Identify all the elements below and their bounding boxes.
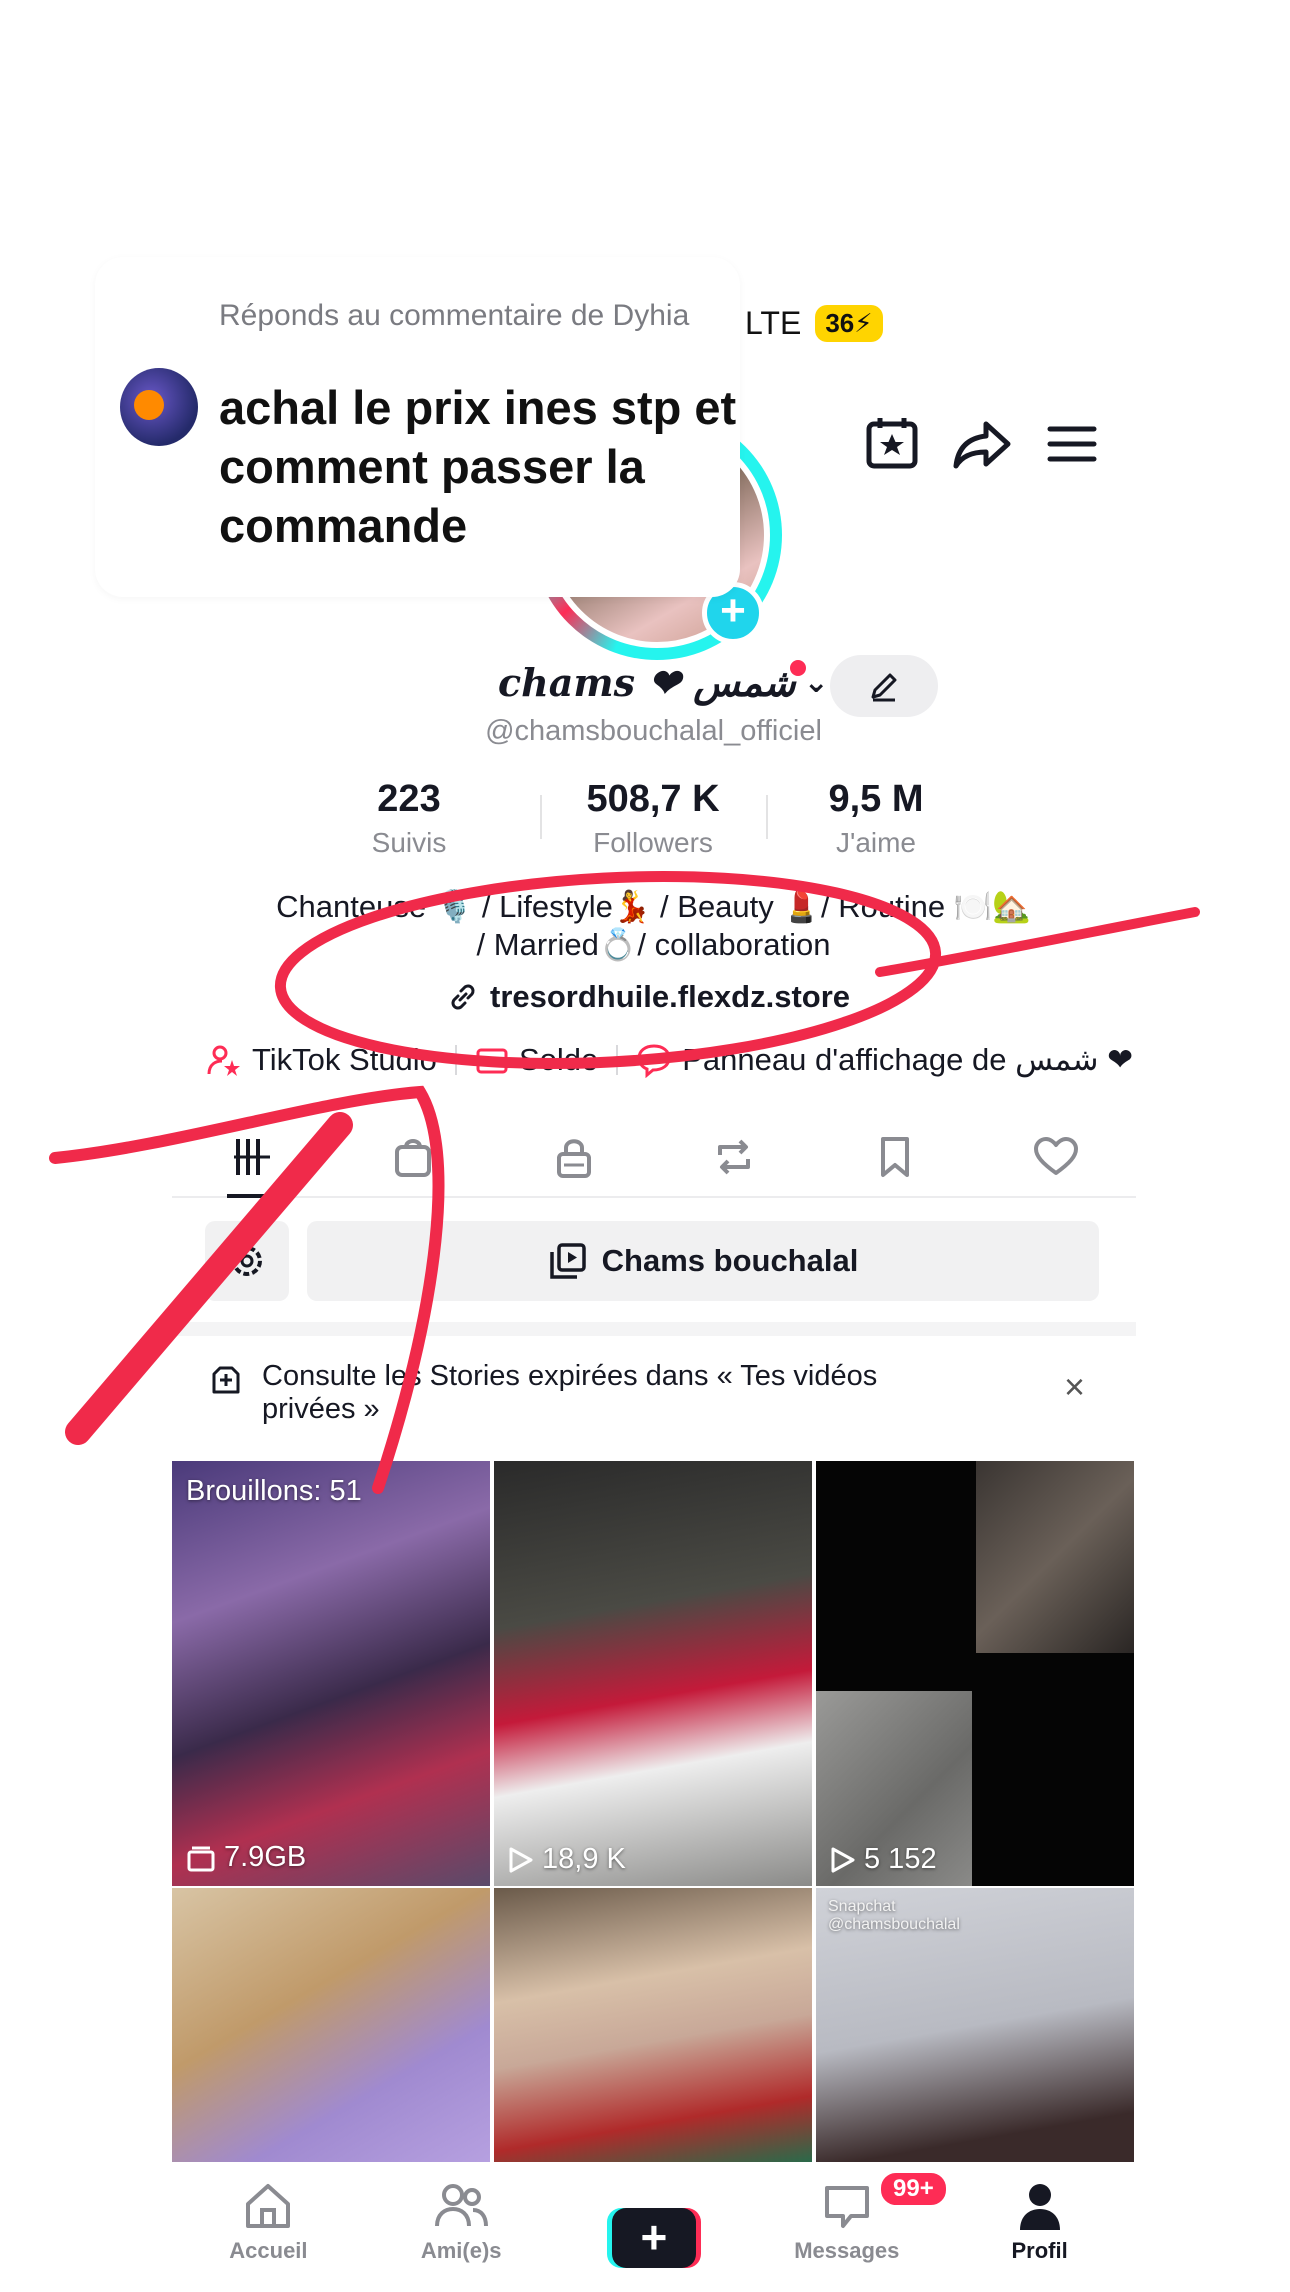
display-name[interactable]: chams ❤ شمس ⌄ xyxy=(498,660,829,705)
edit-profile-button[interactable] xyxy=(830,655,938,717)
stat-value: 9,5 M xyxy=(828,778,924,820)
video-tile[interactable] xyxy=(494,1888,812,2162)
video-tile[interactable]: Snapchat @chamsbouchalal xyxy=(816,1888,1134,2162)
nav-friends[interactable]: Ami(e)s xyxy=(365,2162,558,2292)
view-count: 18,9 K xyxy=(506,1843,626,1876)
notification-dot xyxy=(790,660,806,676)
menu-icon[interactable] xyxy=(1040,412,1104,476)
home-icon xyxy=(246,2184,291,2228)
display-name-text: chams ❤ شمس xyxy=(498,660,796,705)
nav-profile-label: Profil xyxy=(1011,2238,1068,2263)
nav-messages-label: Messages xyxy=(794,2238,900,2263)
bottom-navigation: Accueil Ami(e)s + Messages Profil xyxy=(172,2162,1136,2292)
close-icon[interactable]: × xyxy=(1064,1366,1085,1408)
divider xyxy=(616,1045,619,1075)
tiktok-studio-label: TikTok Studio xyxy=(252,1042,437,1077)
stat-label: Followers xyxy=(593,827,713,858)
stat-likes[interactable]: 9,5 M J'aime xyxy=(756,778,996,859)
tab-reposts[interactable] xyxy=(654,1118,815,1196)
video-settings-button[interactable] xyxy=(205,1221,289,1301)
lock-icon xyxy=(556,1139,591,1178)
stat-following[interactable]: 223 Suivis xyxy=(289,778,529,859)
plus-icon: + xyxy=(611,2208,696,2268)
chat-bubble-icon xyxy=(637,1044,671,1078)
profile-icon xyxy=(1019,2184,1060,2230)
chevron-down-icon[interactable]: ⌄ xyxy=(804,665,829,700)
stat-followers[interactable]: 508,7 K Followers xyxy=(533,778,773,859)
bio-link-text: tresordhuile.flexdz.store xyxy=(490,979,851,1014)
drafts-size-text: 7.9GB xyxy=(224,1841,307,1873)
balance-link[interactable]: Solde xyxy=(475,1042,598,1078)
nav-create[interactable]: + xyxy=(558,2162,751,2292)
board-link[interactable]: Panneau d'affichage de شمس ❤ xyxy=(636,1042,1133,1078)
play-icon xyxy=(831,1847,855,1872)
video-tile[interactable]: 5 152 xyxy=(816,1461,1134,1886)
stat-label: J'aime xyxy=(835,827,917,858)
story-plus-icon xyxy=(212,1366,240,1394)
nav-home[interactable]: Accueil xyxy=(172,2162,365,2292)
pencil-icon xyxy=(871,673,897,702)
calendar-star-icon[interactable] xyxy=(860,412,924,476)
nav-friends-label: Ami(e)s xyxy=(420,2238,502,2263)
grid-icon xyxy=(234,1139,271,1175)
view-count: 5 152 xyxy=(828,1843,937,1876)
balance-label: Solde xyxy=(518,1042,599,1077)
create-button[interactable]: + xyxy=(606,2208,701,2268)
bookmark-icon xyxy=(881,1137,910,1177)
stat-value: 223 xyxy=(377,778,441,820)
banner-text: Consulte les Stories expirées dans « Tes… xyxy=(262,1360,878,1425)
bio-line-2: / Married💍/ collaboration xyxy=(476,927,831,962)
divider xyxy=(454,1045,457,1075)
nav-home-label: Accueil xyxy=(229,2238,308,2263)
network-label: LTE xyxy=(745,305,802,341)
nav-profile[interactable]: Profil xyxy=(943,2162,1136,2292)
tab-private[interactable] xyxy=(493,1118,654,1196)
tab-liked[interactable] xyxy=(975,1118,1136,1196)
tab-favorites[interactable] xyxy=(815,1118,976,1196)
creator-star-icon xyxy=(207,1045,240,1076)
drafts-size: 7.9GB xyxy=(186,1841,306,1874)
inbox-icon xyxy=(824,2186,869,2228)
profile-handle: @chamsbouchalal_officiel xyxy=(485,715,822,747)
messages-badge: 99+ xyxy=(878,2170,949,2208)
battery-level: 36 xyxy=(825,308,855,338)
stat-value: 508,7 K xyxy=(586,778,720,820)
view-count-text: 5 152 xyxy=(864,1843,937,1875)
content-tabs xyxy=(172,1118,1136,1198)
repost-icon xyxy=(718,1139,751,1175)
stat-label: Suivis xyxy=(371,827,447,858)
commenter-avatar xyxy=(120,368,198,446)
wallet-icon xyxy=(476,1048,508,1074)
drafts-label: Brouillons: 51 xyxy=(186,1475,362,1507)
tiktok-studio-link[interactable]: TikTok Studio xyxy=(206,1042,437,1078)
bio-link[interactable]: tresordhuile.flexdz.store xyxy=(446,979,850,1015)
playlist-button[interactable]: Chams bouchalal xyxy=(307,1221,1099,1301)
bag-icon xyxy=(395,1139,431,1177)
reply-to-label: Réponds au commentaire de Dyhia xyxy=(219,299,690,332)
friends-icon xyxy=(435,2184,489,2227)
playlist-label: Chams bouchalal xyxy=(601,1243,859,1278)
section-divider xyxy=(172,1322,1136,1336)
tab-videos[interactable] xyxy=(172,1118,333,1198)
battery-indicator: 36⚡ xyxy=(815,305,883,342)
gear-icon xyxy=(232,1246,262,1276)
video-tile[interactable]: 18,9 K xyxy=(494,1461,812,1886)
share-icon[interactable] xyxy=(950,412,1014,476)
heart-icon xyxy=(1033,1137,1078,1175)
board-label: Panneau d'affichage de شمس ❤ xyxy=(682,1042,1134,1077)
drafts-icon xyxy=(187,1846,215,1871)
tab-shop[interactable] xyxy=(333,1118,494,1196)
link-icon xyxy=(451,984,475,1010)
view-count-text: 18,9 K xyxy=(542,1843,626,1875)
watermark: Snapchat @chamsbouchalal xyxy=(828,1898,960,1933)
play-icon xyxy=(509,1847,533,1872)
playlist-icon xyxy=(549,1243,586,1279)
comment-text: achal le prix ines stp et comment passer… xyxy=(219,381,737,552)
quick-links-row: TikTok Studio Solde Panneau d'affichage … xyxy=(206,1042,1136,1078)
bio-line-1: Chanteuse 🎙️ / Lifestyle💃 / Beauty 💄/ Ro… xyxy=(276,889,1031,924)
video-tile[interactable] xyxy=(172,1888,490,2162)
drafts-tile[interactable]: Brouillons: 51 7.9GB xyxy=(172,1461,490,1886)
